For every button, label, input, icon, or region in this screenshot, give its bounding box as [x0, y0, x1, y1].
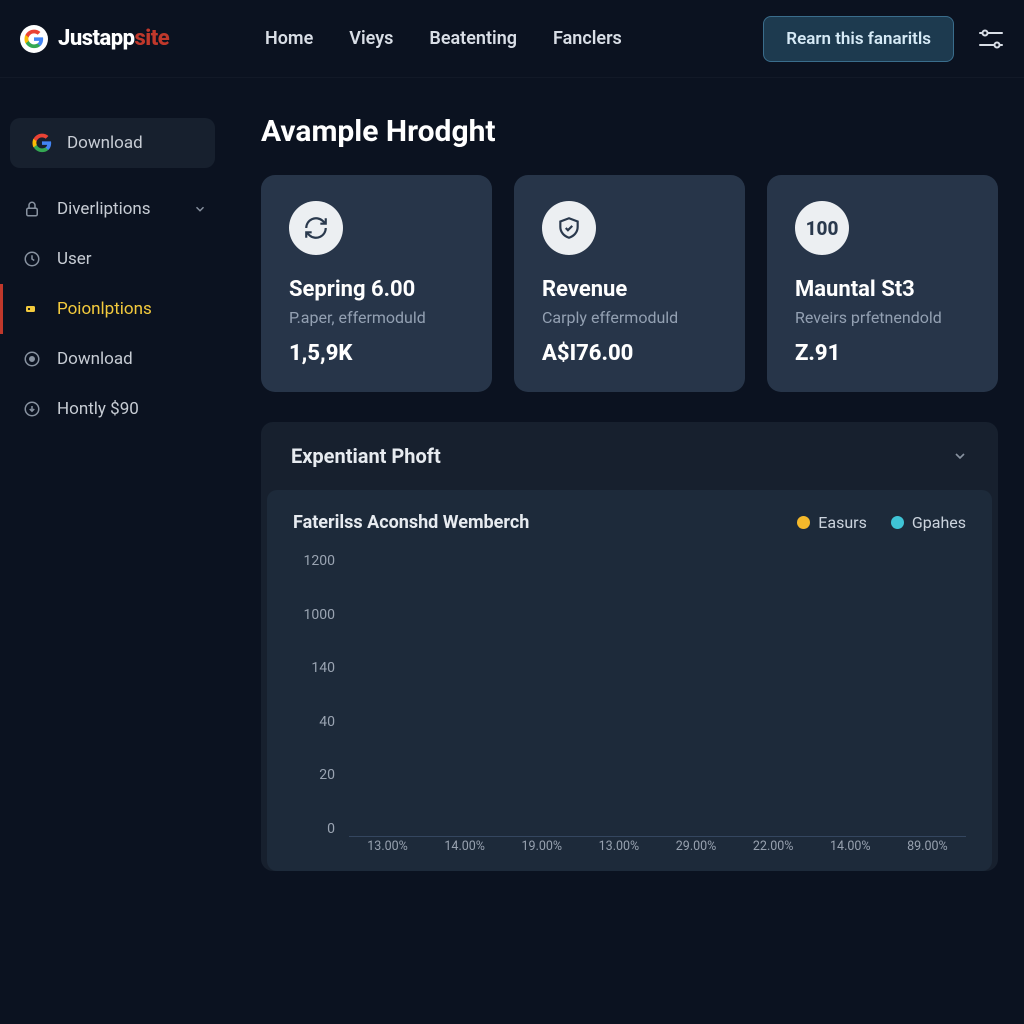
sidebar-item-label: Download: [67, 133, 143, 153]
legend-item-1[interactable]: Easurs: [797, 513, 867, 532]
legend-label: Easurs: [818, 513, 867, 532]
y-tick: 40: [319, 714, 341, 730]
chart-body: Faterilss Aconshd Wemberch Easurs Gpahes…: [267, 490, 992, 871]
refresh-icon: [289, 201, 343, 255]
y-tick: 20: [319, 767, 341, 783]
stat-card-1[interactable]: Sepring 6.00 P.aper, effermoduld 1,5,9K: [261, 175, 492, 392]
card-title: Revenue: [542, 277, 717, 302]
x-tick: 14.00%: [812, 839, 889, 863]
plot-area: [349, 553, 966, 837]
sidebar-item-label: User: [57, 249, 92, 269]
panel-title: Expentiant Phoft: [291, 444, 441, 468]
x-tick: 89.00%: [889, 839, 966, 863]
google-g-icon: [31, 132, 53, 154]
topbar: Justappsite Home Vieys Beatenting Fancle…: [0, 0, 1024, 78]
panel-header: Expentiant Phoft: [261, 422, 998, 478]
logo-text: Justappsite: [58, 26, 169, 51]
circle-dot-icon: [21, 348, 43, 370]
card-subtitle: Reveirs prfetnendold: [795, 308, 970, 327]
chevron-down-icon: [193, 202, 207, 216]
google-g-icon: [20, 25, 48, 53]
card-value: 1,5,9K: [289, 341, 464, 366]
card-value: Z.91: [795, 341, 970, 366]
top-nav: Home Vieys Beatenting Fanclers: [235, 28, 763, 49]
x-tick: 19.00%: [503, 839, 580, 863]
sidebar-item-user[interactable]: User: [0, 234, 225, 284]
chevron-down-icon[interactable]: [952, 448, 968, 464]
card-title: Mauntal St3: [795, 277, 970, 302]
sidebar: Download Diverliptions User Poionlptions: [0, 78, 225, 1024]
chart-title: Faterilss Aconshd Wemberch: [293, 512, 529, 533]
x-tick: 14.00%: [426, 839, 503, 863]
chart-panel: Expentiant Phoft Faterilss Aconshd Wembe…: [261, 422, 998, 871]
settings-sliders-icon[interactable]: [978, 28, 1004, 50]
shield-icon: [542, 201, 596, 255]
legend-label: Gpahes: [912, 513, 966, 532]
clock-icon: [21, 248, 43, 270]
sidebar-item-download-top[interactable]: Download: [10, 118, 215, 168]
x-tick: 13.00%: [580, 839, 657, 863]
x-tick: 13.00%: [349, 839, 426, 863]
sidebar-item-label: Diverliptions: [57, 199, 151, 219]
card-title: Sepring 6.00: [289, 277, 464, 302]
legend-dot-icon: [797, 516, 810, 529]
logo[interactable]: Justappsite: [20, 25, 235, 53]
sidebar-item-monthly[interactable]: Hontly $90: [0, 384, 225, 434]
legend-dot-icon: [891, 516, 904, 529]
page-title: Avample Hrodght: [261, 114, 998, 149]
x-axis: 13.00%14.00%19.00%13.00%29.00%22.00%14.0…: [349, 839, 966, 863]
y-axis: 1200 1000 140 40 20 0: [293, 553, 341, 837]
stat-card-3[interactable]: 100 Mauntal St3 Reveirs prfetnendold Z.9…: [767, 175, 998, 392]
axis-baseline: [349, 836, 966, 837]
number-badge-icon: 100: [795, 201, 849, 255]
bar-chart: 1200100014040200 13.00%14.00%19.00%13.00…: [293, 553, 966, 863]
lock-icon: [21, 198, 43, 220]
sidebar-item-label: Hontly $90: [57, 399, 139, 419]
nav-views[interactable]: Vieys: [349, 28, 393, 49]
tag-icon: [21, 298, 43, 320]
main: Avample Hrodght Sepring 6.00 P.aper, eff…: [225, 78, 1024, 1024]
download-icon: [21, 398, 43, 420]
y-tick: 1000: [304, 607, 341, 623]
stat-card-2[interactable]: Revenue Carply effermoduld A$I76.00: [514, 175, 745, 392]
nav-reporting[interactable]: Beatenting: [429, 28, 517, 49]
sidebar-item-promotions[interactable]: Poionlptions: [0, 284, 225, 334]
card-subtitle: Carply effermoduld: [542, 308, 717, 327]
stat-cards: Sepring 6.00 P.aper, effermoduld 1,5,9K …: [261, 175, 998, 392]
y-tick: 0: [327, 821, 341, 837]
chart-legend: Easurs Gpahes: [797, 513, 966, 532]
y-tick: 140: [311, 660, 341, 676]
cta-button[interactable]: Rearn this fanaritls: [763, 16, 954, 62]
sidebar-item-label: Download: [57, 349, 133, 369]
card-subtitle: P.aper, effermoduld: [289, 308, 464, 327]
sidebar-item-label: Poionlptions: [57, 299, 152, 319]
nav-home[interactable]: Home: [265, 28, 313, 49]
x-tick: 22.00%: [735, 839, 812, 863]
sidebar-item-download-2[interactable]: Download: [0, 334, 225, 384]
y-tick: 1200: [304, 553, 341, 569]
card-value: A$I76.00: [542, 341, 717, 366]
sidebar-item-descriptions[interactable]: Diverliptions: [0, 184, 225, 234]
x-tick: 29.00%: [658, 839, 735, 863]
legend-item-2[interactable]: Gpahes: [891, 513, 966, 532]
nav-financials[interactable]: Fanclers: [553, 28, 622, 49]
